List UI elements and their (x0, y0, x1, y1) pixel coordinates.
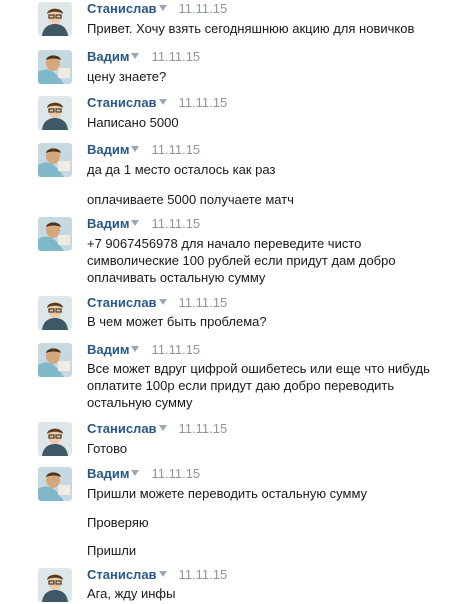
avatar[interactable] (38, 50, 72, 84)
dropdown-arrow-icon[interactable] (158, 425, 167, 431)
message-date: 11.11.15 (178, 1, 228, 16)
message-text: оплачиваете 5000 получаете матч (87, 192, 294, 207)
message-date: 11.11.15 (178, 295, 228, 310)
avatar[interactable] (38, 422, 72, 456)
author-name[interactable]: Вадим (87, 466, 129, 481)
avatar[interactable] (38, 143, 72, 177)
person-avatar-icon (38, 50, 72, 84)
message-text: символические 100 рублей если придут дам… (87, 253, 396, 268)
message-text: да да 1 место осталось как раз (87, 162, 276, 177)
person-avatar-icon (38, 568, 72, 602)
author-name[interactable]: Вадим (87, 142, 129, 157)
message-text: Привет. Хочу взять сегодняшнюю акцию для… (87, 21, 415, 36)
message-text: оплачивать остальную сумму (87, 270, 266, 285)
message-date: 11.11.15 (178, 95, 228, 110)
message-text: Пришли можете переводить остальную сумму (87, 486, 368, 501)
message-text: Проверяю (87, 515, 149, 530)
person-avatar-icon (38, 143, 72, 177)
dropdown-arrow-icon[interactable] (158, 5, 167, 11)
author-name[interactable]: Вадим (87, 342, 129, 357)
person-avatar-icon (38, 467, 72, 501)
dropdown-arrow-icon[interactable] (158, 571, 167, 577)
person-avatar-icon (38, 2, 72, 36)
message-date: 11.11.15 (151, 49, 201, 64)
avatar[interactable] (38, 467, 72, 501)
person-avatar-icon (38, 96, 72, 130)
person-avatar-icon (38, 217, 72, 251)
message-text: Все может вдруг цифрой ошибетесь или еще… (87, 361, 430, 376)
message-text: оплатите 100р если придут даю добро пере… (87, 378, 395, 393)
avatar[interactable] (38, 96, 72, 130)
message-date: 11.11.15 (151, 466, 201, 481)
message-text: остальную сумму (87, 395, 193, 410)
message-text: Пришли (87, 543, 137, 558)
author-name[interactable]: Станислав (87, 95, 157, 110)
dropdown-arrow-icon[interactable] (158, 299, 167, 305)
author-name[interactable]: Вадим (87, 49, 129, 64)
person-avatar-icon (38, 422, 72, 456)
dropdown-arrow-icon[interactable] (131, 146, 140, 152)
dropdown-arrow-icon[interactable] (131, 346, 140, 352)
message-text: Ага, жду инфы (87, 586, 176, 601)
person-avatar-icon (38, 343, 72, 377)
avatar[interactable] (38, 343, 72, 377)
avatar[interactable] (38, 296, 72, 330)
message-date: 11.11.15 (151, 216, 201, 231)
author-name[interactable]: Станислав (87, 1, 157, 16)
avatar[interactable] (38, 568, 72, 602)
message-text: Готово (87, 441, 128, 456)
dropdown-arrow-icon[interactable] (131, 53, 140, 59)
author-name[interactable]: Станислав (87, 421, 157, 436)
message-date: 11.11.15 (151, 342, 201, 357)
message-text: В чем может быть проблема? (87, 314, 267, 329)
message-date: 11.11.15 (151, 142, 201, 157)
author-name[interactable]: Вадим (87, 216, 129, 231)
avatar[interactable] (38, 2, 72, 36)
message-text: +7 9067456978 для начало переведите чист… (87, 236, 362, 251)
message-text: Написано 5000 (87, 115, 179, 130)
message-date: 11.11.15 (178, 567, 228, 582)
dropdown-arrow-icon[interactable] (131, 470, 140, 476)
dropdown-arrow-icon[interactable] (131, 220, 140, 226)
avatar[interactable] (38, 217, 72, 251)
author-name[interactable]: Станислав (87, 295, 157, 310)
message-text: цену знаете? (87, 69, 167, 84)
person-avatar-icon (38, 296, 72, 330)
dropdown-arrow-icon[interactable] (158, 99, 167, 105)
message-date: 11.11.15 (178, 421, 228, 436)
author-name[interactable]: Станислав (87, 567, 157, 582)
